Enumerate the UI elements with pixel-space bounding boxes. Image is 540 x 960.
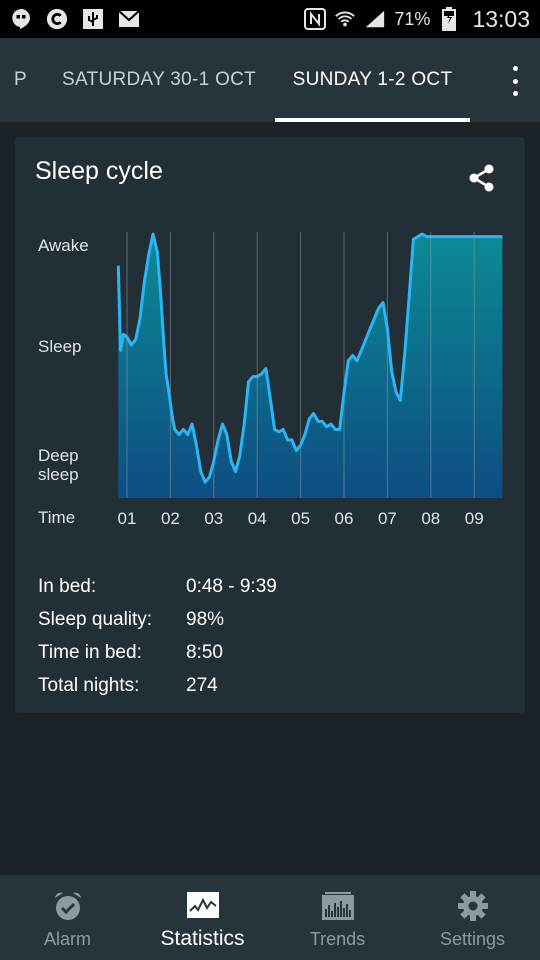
tab-sunday[interactable]: SUNDAY 1-2 OCT [275,38,470,122]
nav-label: Alarm [43,929,91,949]
nav-label: Trends [309,929,366,949]
nav-trends[interactable]: Trends [270,875,405,960]
nav-statistics[interactable]: Statistics [135,875,270,960]
alarm-clock-icon [51,889,85,923]
nav-alarm[interactable]: Alarm [0,875,135,960]
nav-label: Settings [439,929,506,949]
date-tabbar: P SATURDAY 30-1 OCT SUNDAY 1-2 OCT [0,38,540,122]
tab-previous-partial[interactable]: P [14,38,27,122]
status-bar: 71% 13:03 [0,0,540,38]
nfc-icon [304,8,327,30]
stat-label: Total nights: [38,674,140,696]
stats-list: In bed: 0:48 - 9:39 Sleep quality: 98% T… [38,570,277,702]
sleep-cycle-chart: 01 02 03 04 05 06 07 08 09 [116,232,503,528]
usb-icon [82,8,104,30]
status-time: 13:03 [472,5,530,32]
stat-value: 8:50 [186,641,223,663]
stat-label: Time in bed: [38,641,142,663]
gear-icon [456,889,490,923]
signal-icon [364,8,386,30]
stat-value: 0:48 - 9:39 [186,575,277,597]
stat-row-time-in-bed: Time in bed: 8:50 [38,636,277,669]
x-tick-label-04: 04 [248,509,267,528]
x-tick-label-08: 08 [421,509,440,528]
active-tab-indicator [275,118,470,122]
stat-row-sleep-quality: Sleep quality: 98% [38,603,277,636]
stat-row-total-nights: Total nights: 274 [38,669,277,702]
battery-icon [438,7,460,31]
x-tick-label-02: 02 [161,509,180,528]
battery-percent: 71% [394,8,431,29]
overflow-menu-icon[interactable] [510,66,520,96]
x-tick-label-07: 07 [378,509,397,528]
x-tick-label-09: 09 [465,509,484,528]
c-app-icon [46,8,68,30]
statistics-graph-icon [186,889,220,923]
hangouts-icon [10,8,32,30]
nav-settings[interactable]: Settings [405,875,540,960]
stat-label: Sleep quality: [38,608,153,630]
x-tick-label-05: 05 [291,509,310,528]
tab-saturday[interactable]: SATURDAY 30-1 OCT [62,38,256,122]
x-tick-label-03: 03 [204,509,223,528]
stat-value: 274 [186,674,218,696]
nav-label: Statistics [160,927,245,950]
stat-value: 98% [186,608,225,630]
sleep-cycle-card: Sleep cycle Awake Sleep Deep sleep Time … [15,137,525,713]
gmail-icon [118,8,140,30]
x-tick-label-06: 06 [335,509,354,528]
bottom-navigation: Alarm Statistics Trends Settings [0,875,540,960]
wifi-icon [334,8,356,30]
stat-row-in-bed: In bed: 0:48 - 9:39 [38,570,277,603]
trends-bars-icon [321,889,355,923]
x-tick-label-01: 01 [118,509,137,528]
stat-label: In bed: [38,575,97,597]
sleep-area-fill [118,234,503,498]
